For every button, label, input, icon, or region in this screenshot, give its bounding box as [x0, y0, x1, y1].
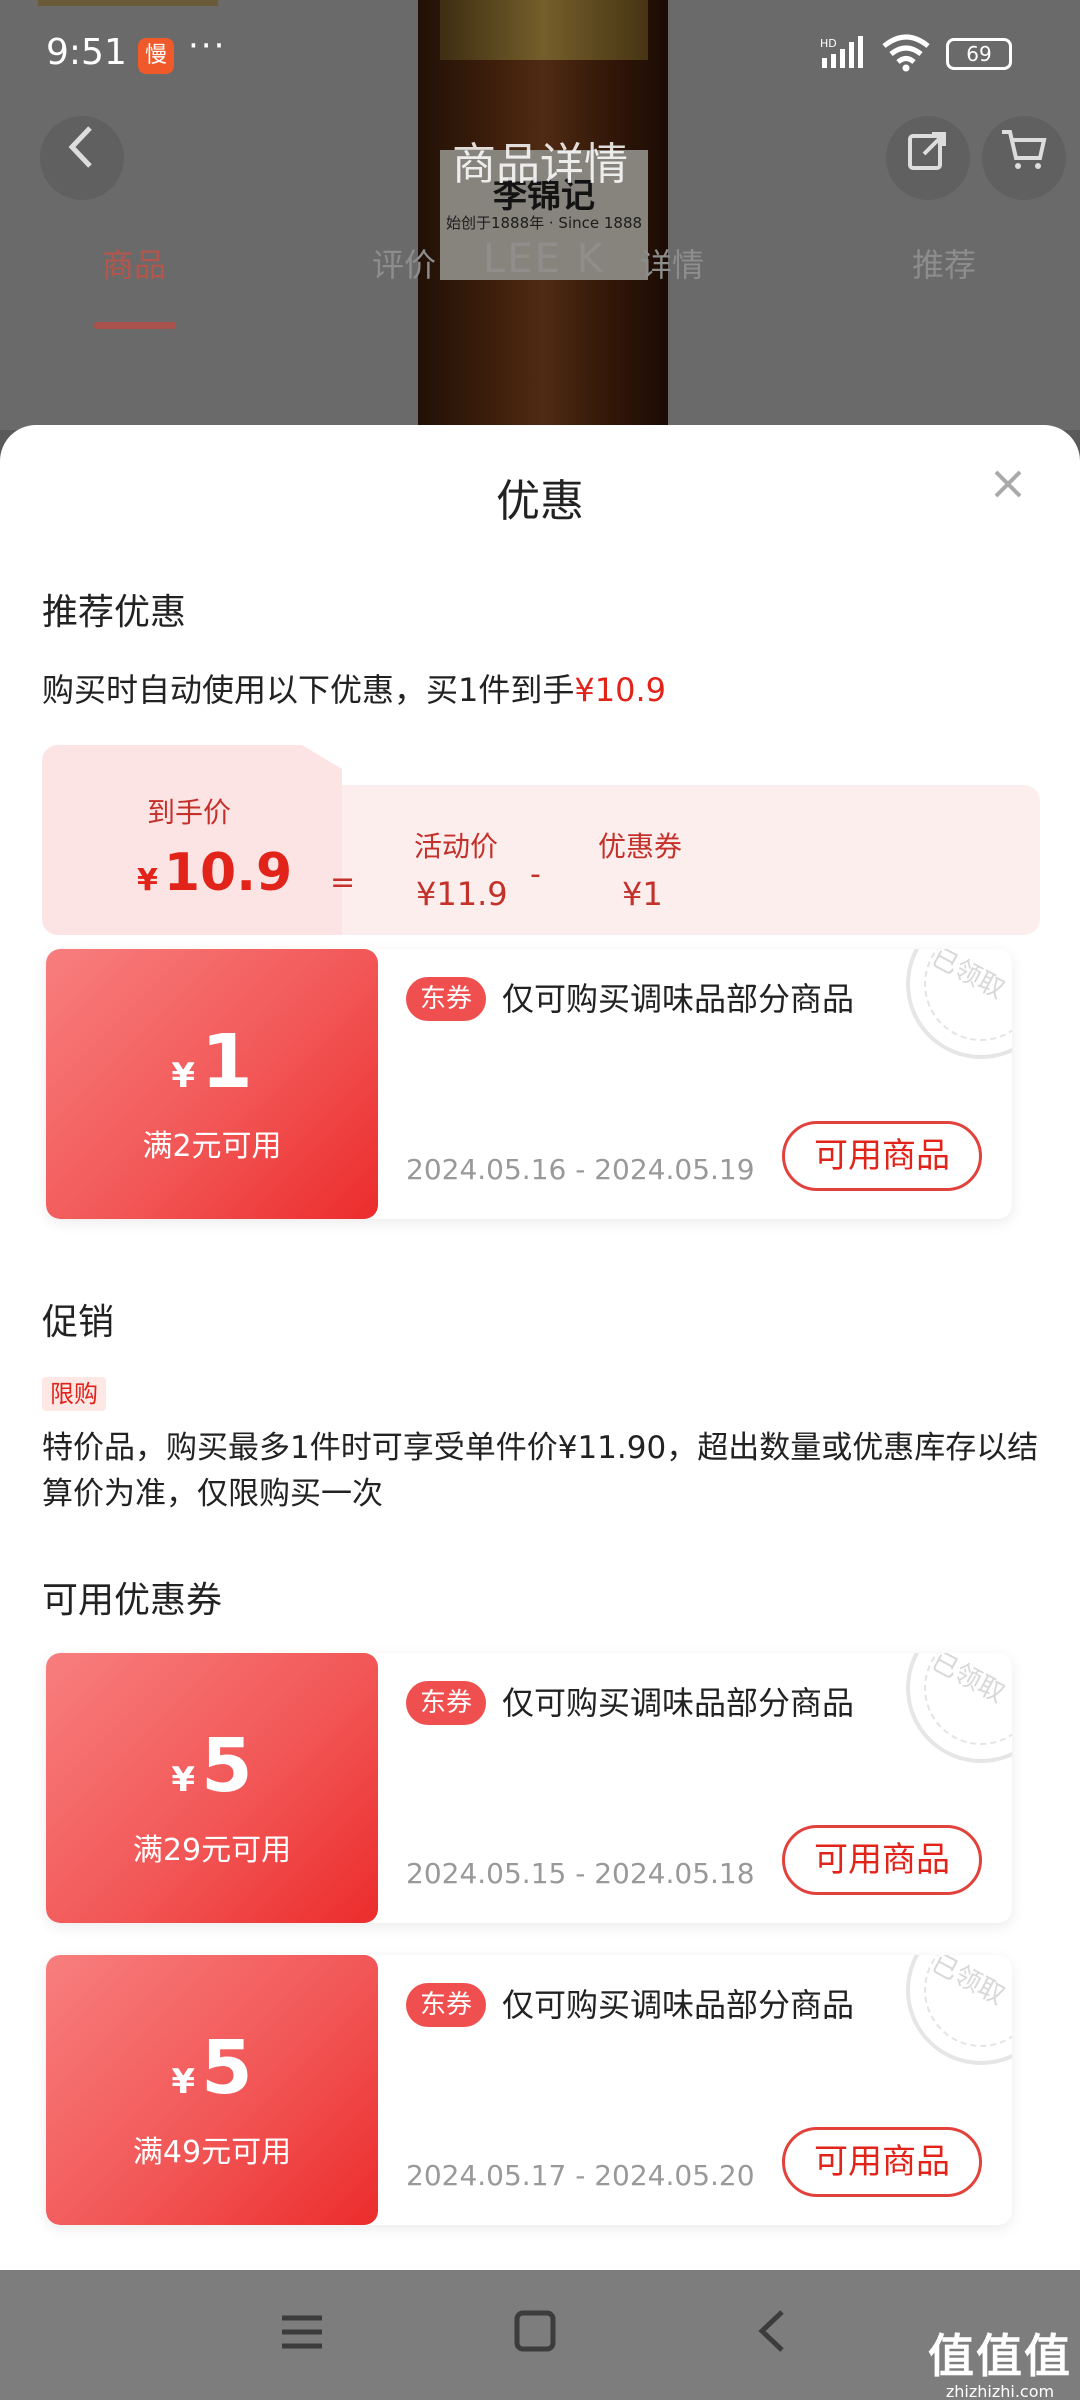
watermark-logo: 值值值 [928, 2329, 1072, 2383]
equals-sign: = [330, 865, 356, 900]
signal-icon: HD [820, 36, 870, 77]
recommended-desc-text: 购买时自动使用以下优惠，买1件到手 [42, 671, 575, 709]
coupon-price: ¥1 [622, 875, 663, 913]
coupon-condition: 满49元可用 [132, 2135, 292, 2170]
share-icon [908, 132, 946, 170]
coupon-card[interactable]: ¥5 满49元可用 东券 仅可购买调味品部分商品 2024.05.17 - 20… [46, 1955, 1012, 2225]
app-notification-icon: 慢 [138, 38, 174, 74]
offers-sheet: 优惠 推荐优惠 购买时自动使用以下优惠，买1件到手¥10.9 到手价 ¥10.9… [0, 425, 1080, 2270]
coupon-card[interactable]: ¥5 满29元可用 东券 仅可购买调味品部分商品 2024.05.15 - 20… [46, 1653, 1012, 1923]
cart-button[interactable] [982, 116, 1066, 200]
tab-product[interactable]: 商品 [102, 240, 166, 286]
page-title: 商品详情 [452, 139, 628, 190]
coupon-validity: 2024.05.16 - 2024.05.19 [406, 1153, 755, 1186]
close-button[interactable] [988, 467, 1028, 507]
coupon-scope: 仅可购买调味品部分商品 [502, 1986, 855, 2024]
home-button[interactable] [514, 2308, 556, 2364]
menu-button[interactable] [280, 2308, 324, 2364]
home-icon [514, 2310, 556, 2352]
claimed-stamp-icon: 已领取 [906, 1653, 1012, 1763]
back-icon [758, 2310, 784, 2352]
activity-price-label: 活动价 [414, 830, 499, 863]
system-navigation-bar [0, 2270, 1080, 2400]
final-price-value: 10.9 [163, 843, 293, 903]
back-button[interactable] [40, 116, 124, 200]
status-time: 9:51 [46, 32, 127, 73]
coupon-amount-value: 5 [201, 1723, 253, 1809]
final-price-label: 到手价 [147, 796, 232, 829]
wifi-icon [880, 34, 932, 80]
minus-sign: - [530, 857, 541, 892]
chevron-left-icon [68, 126, 92, 168]
coupon-amount: ¥5 [46, 1723, 378, 1809]
breakdown-tab [42, 745, 342, 935]
claimed-stamp-icon: 已领取 [906, 949, 1012, 1059]
coupon-validity: 2024.05.15 - 2024.05.18 [406, 1857, 755, 1890]
coupon-currency: ¥ [171, 1056, 196, 1096]
recommended-title: 推荐优惠 [42, 592, 187, 633]
coupon-amount-value: 1 [201, 1019, 253, 1105]
coupon-amount: ¥1 [46, 1019, 378, 1105]
recommended-desc-price: ¥10.9 [574, 671, 666, 709]
tab-recommend[interactable]: 推荐 [912, 240, 976, 286]
coupon-value-block: ¥1 满2元可用 [46, 949, 378, 1219]
coupon-value-block: ¥5 满29元可用 [46, 1653, 378, 1923]
sheet-title: 优惠 [496, 476, 584, 527]
coupon-value-block: ¥5 满49元可用 [46, 1955, 378, 2225]
menu-icon [282, 2315, 322, 2349]
coupon-condition: 满2元可用 [142, 1129, 282, 1164]
coupon-type-badge: 东券 [406, 977, 487, 1021]
system-back-button[interactable] [754, 2308, 790, 2366]
coupon-currency: ¥ [171, 2062, 196, 2102]
tab-reviews[interactable]: 评价 [372, 240, 436, 286]
final-price-currency: ¥ [137, 863, 158, 898]
coupon-type-badge: 东券 [406, 1983, 487, 2027]
limit-badge: 限购 [42, 1377, 106, 1411]
eligible-products-button[interactable]: 可用商品 [782, 1121, 982, 1191]
share-button[interactable] [886, 116, 970, 200]
close-icon [994, 470, 1022, 498]
header: 商品详情 [0, 110, 1080, 210]
coupon-amount: ¥5 [46, 2025, 378, 2111]
battery-icon: 69 [946, 38, 1012, 70]
available-coupons-title: 可用优惠券 [42, 1580, 223, 1621]
cart-icon [1002, 130, 1047, 169]
more-notifications-icon: ··· [188, 26, 227, 66]
status-bar: 9:51 慢 ··· HD 69 [0, 20, 1080, 90]
watermark: 值值值 zhizhizhi.com [920, 2320, 1080, 2400]
claimed-stamp-icon: 已领取 [906, 1955, 1012, 2065]
coupon-scope: 仅可购买调味品部分商品 [502, 1684, 855, 1722]
price-breakdown: 到手价 ¥10.9 = 活动价 ¥11.9 - 优惠券 ¥1 [42, 745, 1040, 935]
coupon-type-badge: 东券 [406, 1681, 487, 1725]
recommended-desc: 购买时自动使用以下优惠，买1件到手¥10.9 [42, 665, 666, 711]
eligible-products-button[interactable]: 可用商品 [782, 2127, 982, 2197]
promotion-text: 特价品，购买最多1件时可享受单件价¥11.90，超出数量或优惠库存以结算价为准，… [42, 1430, 1039, 1512]
tab-active-indicator [94, 322, 176, 329]
coupon-validity: 2024.05.17 - 2024.05.20 [406, 2159, 755, 2192]
promotion-title: 促销 [42, 1302, 115, 1343]
coupon-condition: 满29元可用 [132, 1833, 292, 1868]
tab-details[interactable]: 详情 [640, 240, 704, 286]
svg-text:HD: HD [820, 37, 837, 50]
coupon-price-label: 优惠券 [598, 830, 683, 863]
coupon-scope: 仅可购买调味品部分商品 [502, 980, 855, 1018]
coupon-currency: ¥ [171, 1760, 196, 1800]
activity-price: ¥11.9 [416, 875, 508, 913]
coupon-amount-value: 5 [201, 2025, 253, 2111]
final-price: ¥10.9 [137, 843, 292, 903]
coupon-card[interactable]: ¥1 满2元可用 东券 仅可购买调味品部分商品 2024.05.16 - 202… [46, 949, 1012, 1219]
eligible-products-button[interactable]: 可用商品 [782, 1825, 982, 1895]
product-tabs: 商品 评价 详情 推荐 [0, 240, 1080, 330]
